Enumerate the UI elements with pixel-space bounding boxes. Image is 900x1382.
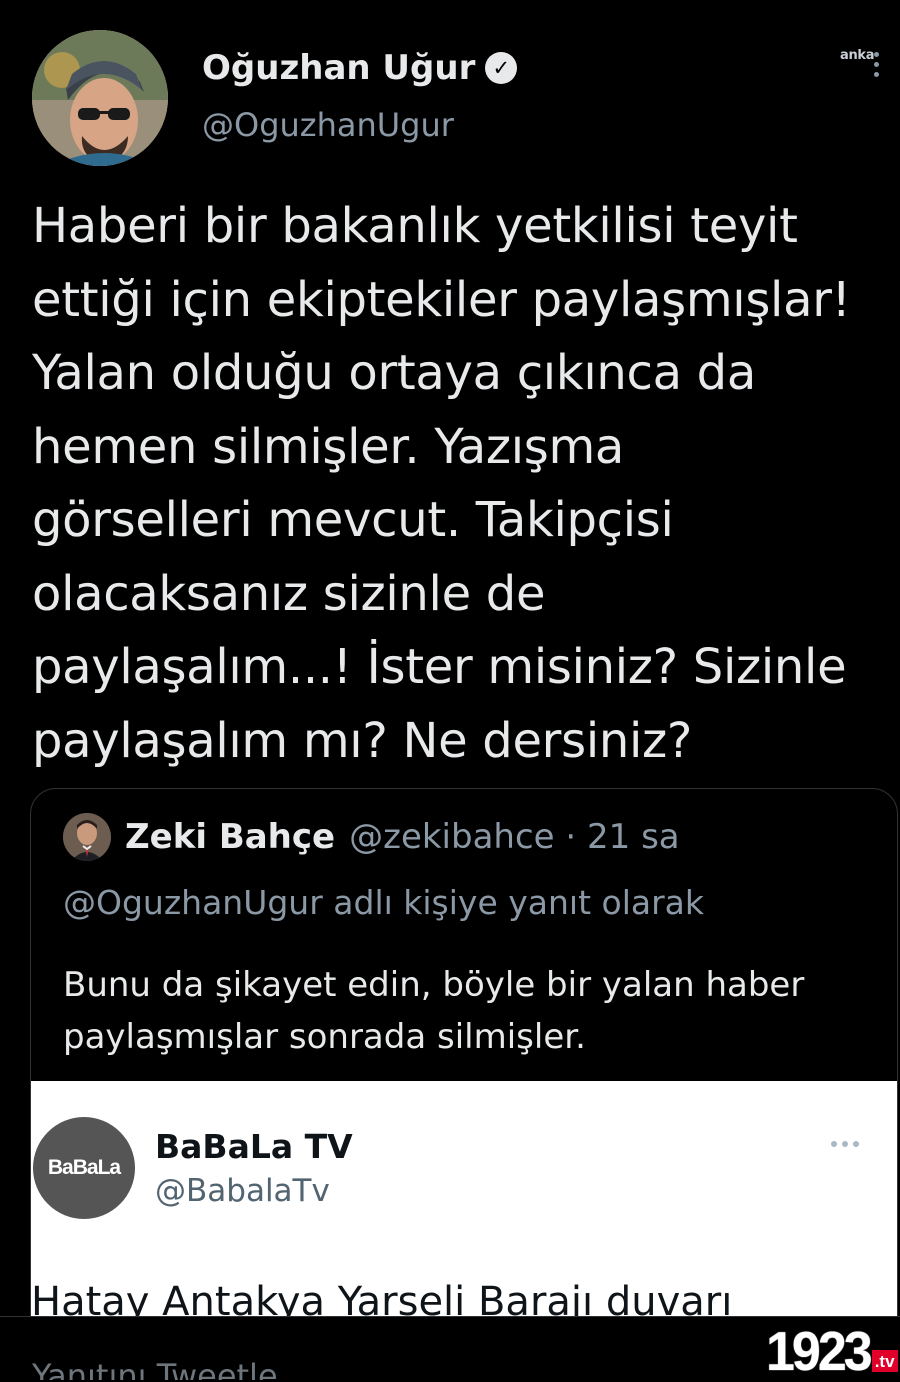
logo-number: 1923: [766, 1321, 873, 1382]
tweet-text: Haberi bir bakanlık yetkilisi teyit etti…: [32, 190, 892, 778]
quoted-author-avatar: [63, 813, 111, 861]
tweet-line: Haberi bir bakanlık yetkilisi teyit: [32, 198, 798, 254]
reply-input-placeholder[interactable]: Yanıtını Tweetle: [32, 1357, 278, 1380]
author-name[interactable]: Oğuzhan Uğur: [202, 48, 475, 88]
reply-bar[interactable]: Yanıtını Tweetle: [0, 1316, 900, 1380]
1923tv-logo: 1923 .tv: [766, 1321, 898, 1382]
verified-badge-icon: ✓: [485, 52, 518, 84]
tweet-line: ettiği için ekiptekiler paylaşmışlar!: [32, 271, 851, 328]
quoted-tweet-body: Bunu da şikayet edin, böyle bir yalan ha…: [63, 959, 804, 1063]
tweet-line: görselleri mevcut. Takipçisi: [32, 492, 674, 548]
logo-suffix: .tv: [871, 1350, 898, 1372]
embedded-author-name: BaBaLa TV: [155, 1127, 353, 1166]
quoted-author-name: Zeki Bahçe: [125, 817, 336, 857]
tweet-line: paylaşalım...! İster misiniz? Sizinle: [32, 639, 847, 695]
quoted-body-line: Bunu da şikayet edin, böyle bir yalan ha…: [63, 965, 805, 1005]
quoted-body-line: paylaşmışlar sonrada silmişler.: [63, 1017, 586, 1057]
babala-logo-text: BaBaLa: [47, 1156, 121, 1179]
quoted-tweet-header: Zeki Bahçe @zekibahce · 21 sa: [63, 813, 680, 861]
babala-logo: BaBaLa: [33, 1117, 135, 1219]
quoted-author-meta: @zekibahce · 21 sa: [349, 817, 680, 857]
embedded-screenshot: BaBaLa BaBaLa TV @BabalaTv Hatay Antakya…: [31, 1081, 897, 1349]
tweet-line: hemen silmişler. Yazışma: [32, 418, 625, 475]
replying-to-text: @OguzhanUgur adlı kişiye yanıt olarak: [63, 883, 704, 922]
tweet-line: Yalan olduğu ortaya çıkınca da: [32, 345, 756, 401]
embedded-more-icon: [831, 1141, 859, 1147]
embedded-author-handle: @BabalaTv: [155, 1173, 330, 1209]
quoted-tweet[interactable]: Zeki Bahçe @zekibahce · 21 sa @OguzhanUg…: [30, 788, 898, 1350]
tweet-line: paylaşalım mı? Ne dersiniz?: [32, 712, 693, 769]
author-name-row: Oğuzhan Uğur ✓: [202, 48, 518, 88]
author-avatar[interactable]: [32, 30, 168, 166]
tweet-line: olacaksanız sizinle de: [32, 565, 546, 622]
author-handle[interactable]: @OguzhanUgur: [202, 106, 454, 144]
more-options-icon[interactable]: [870, 52, 882, 88]
